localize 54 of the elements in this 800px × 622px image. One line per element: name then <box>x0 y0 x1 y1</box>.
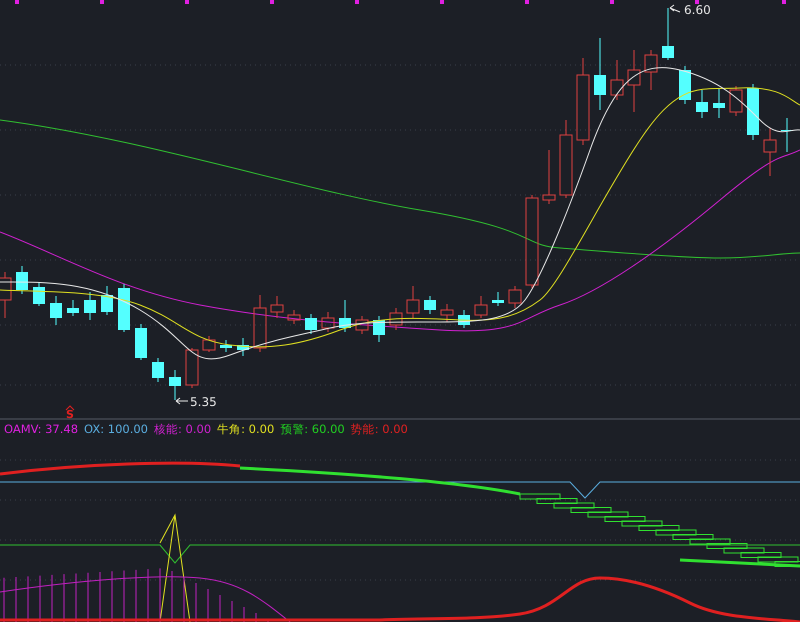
candlestick <box>33 282 45 306</box>
candlestick <box>118 284 130 332</box>
candlestick <box>84 292 96 320</box>
candlestick <box>508 286 522 308</box>
low-price-label: 5.35 <box>190 395 217 409</box>
candlestick <box>781 118 793 152</box>
leader-line <box>670 4 680 12</box>
indicator-value: 核能: 0.00 <box>154 422 212 436</box>
candlestick <box>474 296 488 318</box>
candlestick <box>101 286 113 316</box>
candlestick <box>424 296 436 314</box>
candlestick <box>747 84 759 140</box>
candlestick <box>764 128 776 176</box>
indicator-value: 预警: 60.00 <box>280 422 345 436</box>
candlestick <box>458 310 470 328</box>
candlestick <box>50 296 62 326</box>
candlestick <box>662 8 674 60</box>
candlestick <box>644 50 658 90</box>
indicator-value: OX: 100.00 <box>84 422 148 436</box>
indicator-value: 牛角: 0.00 <box>217 422 274 436</box>
candlestick <box>220 340 232 352</box>
leader-line <box>176 398 188 404</box>
candlestick <box>16 266 28 294</box>
signal-label: S <box>66 408 74 420</box>
candlestick <box>406 286 420 318</box>
candlestick <box>152 358 164 382</box>
candlestick <box>67 300 79 316</box>
candlestick <box>492 292 504 306</box>
candlestick <box>730 86 742 116</box>
candlestick <box>356 316 368 334</box>
candlestick <box>390 308 402 330</box>
candlestick <box>305 314 317 334</box>
indicator-value: OAMV: 37.48 <box>4 422 78 436</box>
high-price-label: 6.60 <box>684 3 711 17</box>
candlestick <box>237 338 249 356</box>
candlestick <box>169 370 181 400</box>
candlestick <box>713 88 725 118</box>
candlestick <box>322 312 334 332</box>
candlestick <box>202 336 216 352</box>
candlestick <box>696 90 708 118</box>
candlestick <box>628 50 640 112</box>
candlestick <box>679 66 691 104</box>
candlestick <box>610 60 624 100</box>
candlestick <box>135 324 147 360</box>
candlestick <box>288 310 300 324</box>
candlestick <box>0 272 12 318</box>
candlestick <box>542 150 556 204</box>
candlestick <box>373 316 385 342</box>
indicator-value: 势能: 0.00 <box>350 422 408 436</box>
candlestick <box>339 300 351 332</box>
candlestick <box>440 304 454 322</box>
candlestick <box>254 294 266 352</box>
candlestick <box>270 296 284 318</box>
candlestick <box>186 348 198 388</box>
